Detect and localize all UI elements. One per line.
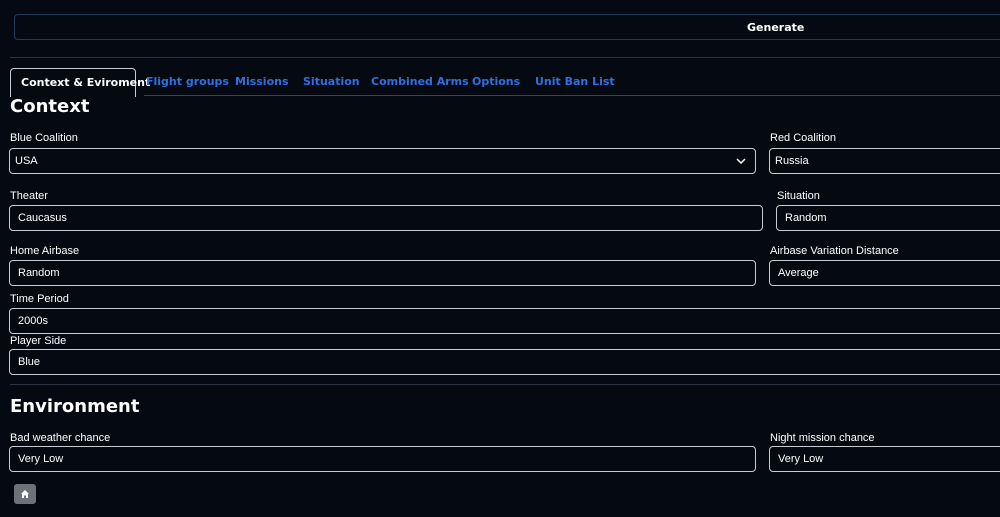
tab-options[interactable]: Options (472, 68, 520, 96)
bad-weather-value: Very Low (18, 453, 64, 465)
generate-button[interactable]: Generate (14, 14, 1000, 40)
situation-select[interactable]: Random (776, 205, 1000, 231)
time-period-label: Time Period (10, 293, 69, 305)
airbase-variation-label: Airbase Variation Distance (770, 245, 899, 257)
situation-label: Situation (777, 190, 820, 202)
top-divider (10, 57, 1000, 58)
generate-label: Generate (747, 20, 805, 34)
night-mission-value: Very Low (778, 453, 824, 465)
blue-coalition-value: USA (15, 155, 38, 167)
time-period-select[interactable]: 2000s (9, 308, 1000, 334)
theater-value: Caucasus (18, 212, 67, 224)
player-side-label: Player Side (10, 335, 67, 347)
time-period-value: 2000s (18, 315, 48, 327)
airbase-variation-select[interactable]: Average (769, 260, 1000, 286)
chevron-down-icon (736, 158, 746, 165)
home-icon (21, 490, 29, 498)
night-mission-label: Night mission chance (770, 432, 875, 444)
player-side-value: Blue (18, 356, 41, 368)
context-title: Context (10, 96, 90, 117)
bad-weather-label: Bad weather chance (10, 432, 111, 444)
home-button[interactable] (14, 484, 36, 504)
tab-missions[interactable]: Missions (235, 68, 289, 96)
airbase-variation-value: Average (778, 267, 819, 279)
red-coalition-select[interactable]: Russia (769, 148, 1000, 174)
section-divider (10, 384, 1000, 385)
blue-coalition-label: Blue Coalition (10, 132, 78, 144)
red-coalition-label: Red Coalition (770, 132, 837, 144)
tab-situation[interactable]: Situation (303, 68, 360, 96)
tab-flight-groups[interactable]: Flight groups (146, 68, 229, 96)
blue-coalition-select[interactable]: USA (9, 148, 756, 174)
theater-select[interactable]: Caucasus (9, 205, 763, 231)
tab-bar: Context & Eviroment Flight groups Missio… (10, 68, 1000, 97)
theater-label: Theater (10, 190, 48, 202)
home-airbase-select[interactable]: Random (9, 260, 756, 286)
red-coalition-value: Russia (775, 155, 809, 167)
tab-combined-arms[interactable]: Combined Arms (371, 68, 469, 96)
night-mission-select[interactable]: Very Low (769, 446, 1000, 472)
home-airbase-label: Home Airbase (10, 245, 80, 257)
home-airbase-value: Random (18, 267, 60, 279)
tab-context-environment[interactable]: Context & Eviroment (10, 68, 150, 97)
situation-value: Random (785, 212, 827, 224)
player-side-select[interactable]: Blue (9, 349, 1000, 375)
tab-unit-ban-list[interactable]: Unit Ban List (535, 68, 615, 96)
environment-title: Environment (10, 396, 140, 417)
bad-weather-select[interactable]: Very Low (9, 446, 756, 472)
